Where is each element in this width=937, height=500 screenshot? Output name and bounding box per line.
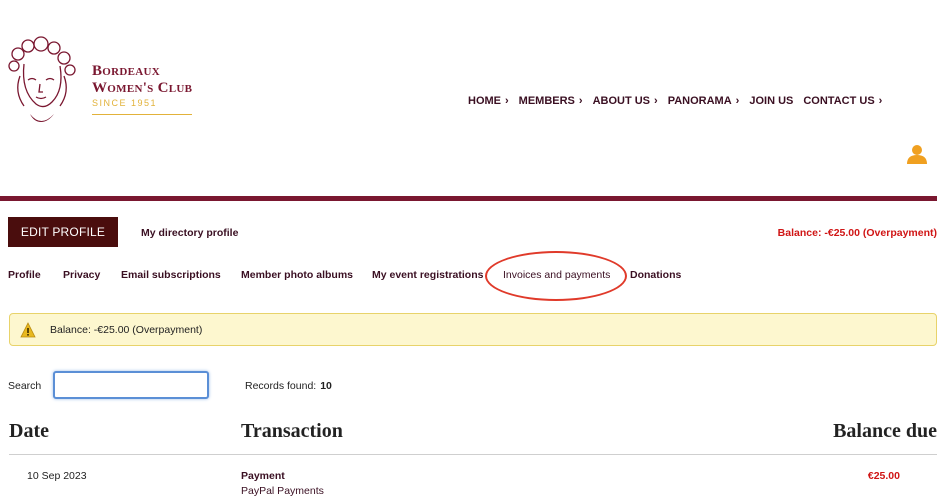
balance-alert: Balance: -€25.00 (Overpayment) (9, 313, 937, 346)
search-input[interactable] (53, 371, 209, 399)
chevron-right-icon: › (505, 95, 509, 107)
balance-summary: Balance: -€25.00 (Overpayment) (777, 227, 937, 239)
tab-privacy[interactable]: Privacy (63, 269, 100, 281)
nav-home[interactable]: HOME › (468, 95, 509, 107)
directory-profile-link[interactable]: My directory profile (141, 227, 238, 239)
nav-contact-us[interactable]: CONTACT US › (803, 95, 882, 107)
row-balance-due: €25.00 (867, 470, 900, 482)
row-date: 10 Sep 2023 (27, 470, 87, 482)
chevron-right-icon: › (578, 95, 583, 107)
warning-icon (20, 321, 36, 337)
tab-donations[interactable]: Donations (630, 269, 681, 281)
edit-profile-button[interactable]: EDIT PROFILE (8, 217, 118, 247)
nav-join-us[interactable]: JOIN US (749, 95, 793, 107)
balance-alert-text: Balance: -€25.00 (Overpayment) (50, 323, 203, 336)
column-header-date[interactable]: Date (9, 420, 49, 443)
main-nav: HOME › MEMBERS › ABOUT US › PANORAMA › JOIN … (468, 95, 892, 107)
chevron-right-icon: › (654, 95, 658, 107)
user-icon[interactable] (906, 143, 928, 165)
header-divider (0, 196, 937, 201)
column-header-balance-due[interactable]: Balance due (833, 420, 937, 443)
column-header-transaction[interactable]: Transaction (241, 420, 343, 443)
search-label: Search (8, 380, 42, 392)
row-transaction-type[interactable]: Payment (241, 470, 285, 482)
logo-faces-icon (8, 36, 76, 122)
nav-about-us[interactable]: ABOUT US › (593, 95, 658, 107)
logo-divider (92, 114, 192, 115)
chevron-right-icon: › (878, 95, 883, 107)
tab-member-photo-albums[interactable]: Member photo albums (241, 269, 353, 281)
row-transaction-method: PayPal Payments (241, 485, 324, 497)
club-since: SINCE 1951 (92, 98, 158, 108)
tab-profile[interactable]: Profile (8, 269, 41, 281)
records-found-label: Records found: (245, 380, 317, 392)
table-header-divider (9, 454, 937, 455)
records-found-count: 10 (320, 380, 332, 392)
tab-highlight-annotation (485, 251, 627, 301)
club-name-line1: Bordeaux (92, 63, 161, 79)
nav-members[interactable]: MEMBERS › (519, 95, 583, 107)
club-name: Bordeaux Women's Club SINCE 1951 (92, 63, 192, 109)
tab-my-event-registrations[interactable]: My event registrations (372, 269, 483, 281)
records-found: Records found: 10 (245, 380, 332, 392)
tab-email-subscriptions[interactable]: Email subscriptions (121, 269, 221, 281)
nav-panorama[interactable]: PANORAMA › (668, 95, 740, 107)
chevron-right-icon: › (735, 95, 740, 107)
club-name-line2: Women's Club (92, 80, 193, 96)
